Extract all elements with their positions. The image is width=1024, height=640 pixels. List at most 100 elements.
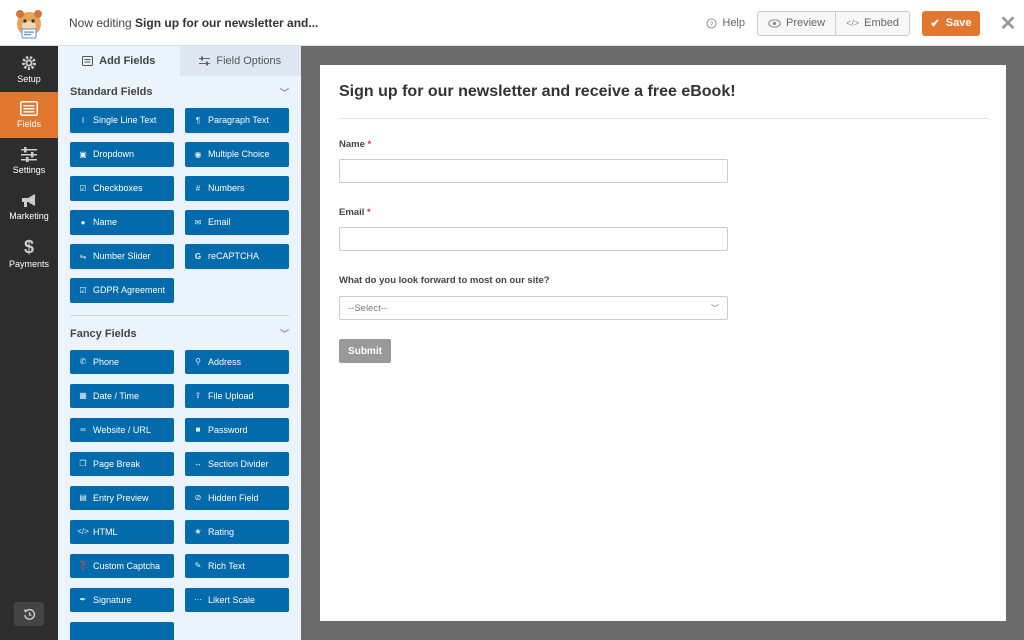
lock-icon: ■ (195, 425, 201, 435)
field-html[interactable]: </> HTML (70, 519, 174, 544)
preview-label: Preview (786, 17, 826, 29)
field-website-url[interactable]: ∞ Website / URL (70, 417, 174, 442)
save-label: Save (945, 17, 972, 29)
field-gdpr-agreement[interactable]: ☑ GDPR Agreement (70, 278, 174, 303)
nav-label-marketing: Marketing (9, 211, 49, 221)
question-circle-icon: ❓ (78, 561, 88, 571)
google-icon: G (194, 251, 202, 261)
editing-form-name: Sign up for our newsletter and... (135, 15, 319, 30)
field-numbers[interactable]: # Numbers (185, 176, 289, 201)
eye-icon (768, 18, 781, 28)
star-icon: ★ (194, 527, 202, 537)
paragraph-icon: ¶ (195, 115, 201, 125)
field-page-break[interactable]: ❐ Page Break (70, 451, 174, 476)
help-button[interactable]: ? Help (706, 17, 745, 29)
checkmark-icon: ✔ (930, 17, 940, 30)
top-bar: Now editing Sign up for our newsletter a… (0, 0, 1024, 46)
dropdown-icon: ▣ (79, 149, 87, 159)
fields-panel: Add Fields Field Options Standard Fields… (58, 46, 301, 640)
nav-label-setup: Setup (17, 73, 41, 84)
email-input[interactable] (339, 227, 728, 251)
nav-item-setup[interactable]: Setup (0, 46, 58, 92)
interest-select[interactable]: --Select-- ﹀ (339, 296, 728, 320)
field-custom-captcha[interactable]: ❓ Custom Captcha (70, 553, 174, 578)
field-email[interactable]: ✉ Email (185, 210, 289, 235)
field-hidden-field[interactable]: ⊘ Hidden Field (185, 485, 289, 510)
standard-fields-header[interactable]: Standard Fields ﹀ (58, 76, 301, 108)
tab-add-fields[interactable]: Add Fields (58, 46, 180, 76)
section-divider (70, 314, 289, 316)
field-signature[interactable]: ✒ Signature (70, 587, 174, 612)
history-icon (23, 608, 35, 620)
field-paragraph-text[interactable]: ¶ Paragraph Text (185, 108, 289, 133)
select-placeholder: --Select-- (348, 302, 388, 314)
hash-icon: # (195, 183, 201, 193)
field-entry-preview[interactable]: ▤ Entry Preview (70, 485, 174, 510)
phone-icon: ✆ (79, 357, 87, 367)
tab-field-options[interactable]: Field Options (179, 46, 301, 76)
slider-icon: ⇋ (79, 251, 87, 261)
fancy-fields-header[interactable]: Fancy Fields ﹀ (58, 318, 301, 350)
nav-item-payments[interactable]: $ Payments (0, 230, 58, 276)
field-rich-text[interactable]: ✎ Rich Text (185, 553, 289, 578)
field-phone[interactable]: ✆ Phone (70, 349, 174, 374)
form-preview: Sign up for our newsletter and receive a… (320, 65, 1006, 621)
panel-tabs: Add Fields Field Options (58, 46, 301, 76)
field-date-time[interactable]: ▦ Date / Time (70, 383, 174, 408)
submit-button[interactable]: Submit (339, 339, 391, 363)
field-recaptcha[interactable]: GreCAPTCHA (185, 244, 289, 269)
required-mark: * (367, 139, 372, 150)
question-icon: ? (706, 17, 717, 29)
name-field-label[interactable]: Name * (339, 139, 371, 150)
preview-button[interactable]: Preview (758, 12, 835, 35)
editing-title: Now editing Sign up for our newsletter a… (69, 16, 318, 30)
nav-label-settings: Settings (12, 165, 46, 175)
question-field-label[interactable]: What do you look forward to most on our … (339, 275, 550, 286)
nav-item-marketing[interactable]: Marketing (0, 184, 58, 230)
close-icon[interactable]: ✕ (994, 0, 1022, 46)
field-section-divider[interactable]: ↔ Section Divider (185, 451, 289, 476)
code-icon: </> (77, 527, 89, 537)
field-number-slider[interactable]: ⇋ Number Slider (70, 244, 174, 269)
document-icon: ▤ (79, 493, 87, 503)
name-input[interactable] (339, 159, 728, 183)
nav-item-settings[interactable]: Settings (0, 138, 58, 184)
svg-text:?: ? (710, 20, 714, 27)
edit-icon: ✎ (194, 561, 202, 571)
preview-embed-group: Preview </> Embed (757, 10, 910, 36)
editing-prefix: Now editing (69, 15, 132, 30)
arrows-horizontal-icon: ↔ (194, 459, 202, 469)
nav-item-fields[interactable]: Fields (0, 92, 58, 138)
gear-icon (22, 55, 36, 70)
eye-slash-icon: ⊘ (194, 493, 202, 503)
nav-label-payments: Payments (8, 258, 50, 269)
link-icon: ∞ (80, 425, 86, 435)
field-file-upload[interactable]: ⇪ File Upload (185, 383, 289, 408)
field-checkboxes[interactable]: ☑ Checkboxes (70, 176, 174, 201)
email-field-label[interactable]: Email * (339, 207, 371, 218)
field-dropdown[interactable]: ▣ Dropdown (70, 142, 174, 167)
field-partial-hidden[interactable] (70, 621, 174, 640)
list-icon (82, 56, 94, 66)
megaphone-icon (22, 194, 35, 207)
left-nav: Setup Fields Settings Marketing $ Paymen… (0, 46, 58, 640)
form-title[interactable]: Sign up for our newsletter and receive a… (339, 83, 736, 101)
field-multiple-choice[interactable]: ◉ Multiple Choice (185, 142, 289, 167)
save-button[interactable]: ✔ Save (922, 10, 980, 36)
user-icon: ● (80, 217, 86, 227)
sliders-icon (199, 56, 211, 66)
fancy-fields-grid: ✆ Phone ⚲ Address ▦ Date / Time ⇪ File Uploa… (58, 349, 301, 640)
field-password[interactable]: ■ Password (185, 417, 289, 442)
field-name[interactable]: ● Name (70, 210, 174, 235)
field-likert-scale[interactable]: ⋯ Likert Scale (185, 587, 289, 612)
field-rating[interactable]: ★ Rating (185, 519, 289, 544)
standard-fields-title: Standard Fields (70, 86, 153, 98)
embed-button[interactable]: </> Embed (835, 11, 909, 35)
field-address[interactable]: ⚲ Address (185, 349, 289, 374)
standard-fields-grid: Ⅰ Single Line Text ¶ Paragraph Text ▣ Dropd… (58, 108, 301, 303)
field-single-line-text[interactable]: Ⅰ Single Line Text (70, 108, 174, 133)
revisions-button[interactable] (14, 602, 44, 626)
checkbox-icon: ☑ (79, 285, 87, 295)
radio-icon: ◉ (194, 149, 202, 159)
fields-list-icon (20, 101, 38, 116)
